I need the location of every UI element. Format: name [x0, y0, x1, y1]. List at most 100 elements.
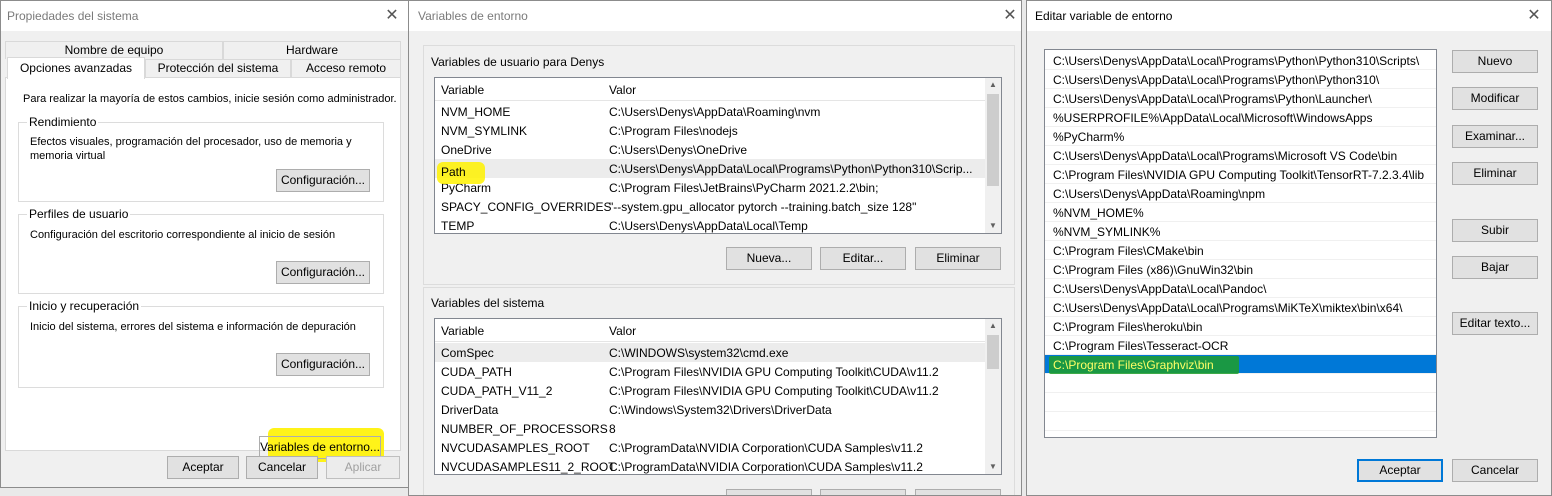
list-item[interactable]	[1045, 393, 1436, 412]
variable-value: C:\Users\Denys\OneDrive	[609, 143, 748, 157]
move-down-button[interactable]: Bajar	[1452, 256, 1538, 279]
scroll-thumb[interactable]	[987, 335, 999, 369]
tab-hardware[interactable]: Hardware	[223, 41, 401, 59]
table-row[interactable]: OneDrive C:\Users\Denys\OneDrive	[435, 140, 985, 159]
list-item[interactable]: %NVM_HOME%	[1045, 203, 1436, 222]
tab-panel: Para realizar la mayoría de estos cambio…	[5, 77, 401, 462]
table-row[interactable]: SPACY_CONFIG_OVERRIDES "--system.gpu_allo…	[435, 197, 985, 216]
list-item[interactable]: C:\Program Files\CMake\bin	[1045, 241, 1436, 260]
list-item[interactable]: C:\Users\Denys\AppData\Local\Programs\Py…	[1045, 51, 1436, 70]
list-item[interactable]: C:\Users\Denys\AppData\Local\Programs\Py…	[1045, 89, 1436, 108]
variable-value: C:\ProgramData\NVIDIA Corporation\CUDA S…	[609, 441, 923, 455]
system-delete-button[interactable]	[915, 489, 1001, 495]
group-title: Rendimiento	[27, 115, 99, 129]
window-title: Variables de entorno	[418, 9, 528, 23]
variable-value: C:\Windows\System32\Drivers\DriverData	[609, 403, 832, 417]
list-item[interactable]: C:\Program Files\NVIDIA GPU Computing To…	[1045, 165, 1436, 184]
list-item[interactable]	[1045, 412, 1436, 431]
table-row[interactable]: DriverData C:\Windows\System32\Drivers\Dr…	[435, 400, 985, 419]
table-row[interactable]: Path C:\Users\Denys\AppData\Local\Program…	[435, 159, 985, 178]
scroll-up-icon[interactable]: ▲	[985, 78, 1001, 92]
close-icon[interactable]: ✕	[1523, 5, 1545, 27]
table-row[interactable]: TEMP C:\Users\Denys\AppData\Local\Temp	[435, 216, 985, 233]
table-row[interactable]: ComSpec C:\WINDOWS\system32\cmd.exe	[435, 343, 985, 362]
list-item[interactable]: C:\Users\Denys\AppData\Roaming\npm	[1045, 184, 1436, 203]
list-item[interactable]: %PyCharm%	[1045, 127, 1436, 146]
table-row[interactable]: NVCUDASAMPLES11_2_ROOT C:\ProgramData\NVI…	[435, 457, 985, 474]
scrollbar[interactable]: ▲ ▼	[985, 78, 1001, 233]
system-new-button[interactable]	[726, 489, 812, 495]
table-row[interactable]: NVCUDASAMPLES_ROOT C:\ProgramData\NVIDIA …	[435, 438, 985, 457]
path-entry-text: C:\Program Files\Tesseract-OCR	[1053, 339, 1229, 353]
system-edit-button[interactable]	[820, 489, 906, 495]
variable-value: "--system.gpu_allocator pytorch --traini…	[609, 200, 917, 214]
table-row[interactable]: NVM_HOME C:\Users\Denys\AppData\Roaming\n…	[435, 102, 985, 121]
window-title: Propiedades del sistema	[7, 9, 139, 23]
system-vars-list[interactable]: Variable Valor ComSpec C:\WINDOWS\system3…	[434, 318, 1002, 475]
move-up-button[interactable]: Subir	[1452, 219, 1538, 242]
path-entry-text: C:\Program Files (x86)\GnuWin32\bin	[1053, 263, 1254, 277]
edit-text-button[interactable]: Editar texto...	[1452, 312, 1538, 335]
path-entry-text: %USERPROFILE%\AppData\Local\Microsoft\Wi…	[1053, 111, 1373, 125]
path-entries-list[interactable]: C:\Users\Denys\AppData\Local\Programs\Py…	[1044, 49, 1437, 438]
modify-path-button[interactable]: Modificar	[1452, 87, 1538, 110]
list-item[interactable]: %USERPROFILE%\AppData\Local\Microsoft\Wi…	[1045, 108, 1436, 127]
cancel-button[interactable]: Cancelar	[246, 456, 318, 479]
group-text: Configuración del escritorio correspondi…	[30, 229, 336, 241]
browse-path-button[interactable]: Examinar...	[1452, 125, 1538, 148]
list-item[interactable]: C:\Program Files\Tesseract-OCR	[1045, 336, 1436, 355]
user-edit-button[interactable]: Editar...	[820, 247, 906, 270]
table-row[interactable]: CUDA_PATH_V11_2 C:\Program Files\NVIDIA G…	[435, 381, 985, 400]
list-item[interactable]: %NVM_SYMLINK%	[1045, 222, 1436, 241]
list-item[interactable]	[1045, 374, 1436, 393]
tab-proteccion-sistema[interactable]: Protección del sistema	[145, 59, 291, 77]
perfiles-config-button[interactable]: Configuración...	[276, 261, 370, 284]
column-header-valor[interactable]: Valor	[609, 324, 636, 338]
list-item[interactable]: C:\Users\Denys\AppData\Local\Programs\Mi…	[1045, 146, 1436, 165]
list-item[interactable]: C:\Users\Denys\AppData\Local\Pandoc\	[1045, 279, 1436, 298]
inicio-config-button[interactable]: Configuración...	[276, 353, 370, 376]
list-header: Variable Valor	[435, 78, 985, 101]
delete-path-button[interactable]: Eliminar	[1452, 162, 1538, 185]
user-vars-list[interactable]: Variable Valor NVM_HOME C:\Users\Denys\Ap…	[434, 77, 1002, 234]
scroll-up-icon[interactable]: ▲	[985, 319, 1001, 333]
list-item[interactable]: C:\Users\Denys\AppData\Local\Programs\Mi…	[1045, 298, 1436, 317]
scrollbar[interactable]: ▲ ▼	[985, 319, 1001, 474]
variable-value: C:\Program Files\nodejs	[609, 124, 738, 138]
variable-name: NVCUDASAMPLES_ROOT	[441, 441, 590, 455]
variable-name: SPACY_CONFIG_OVERRIDES	[441, 200, 612, 214]
variable-value: C:\ProgramData\NVIDIA Corporation\CUDA S…	[609, 460, 923, 474]
scroll-down-icon[interactable]: ▼	[985, 460, 1001, 474]
tab-opciones-avanzadas[interactable]: Opciones avanzadas	[7, 57, 145, 79]
list-item[interactable]: C:\Users\Denys\AppData\Local\Programs\Py…	[1045, 70, 1436, 89]
path-entry-text: C:\Program Files\heroku\bin	[1053, 320, 1203, 334]
ok-button[interactable]: Aceptar	[167, 456, 239, 479]
variable-value: C:\Users\Denys\AppData\Local\Temp	[609, 219, 808, 233]
cancel-button[interactable]: Cancelar	[1452, 459, 1538, 482]
ok-button[interactable]: Aceptar	[1357, 459, 1443, 482]
new-path-button[interactable]: Nuevo	[1452, 50, 1538, 73]
title-bar: Variables de entorno ✕	[409, 1, 1021, 31]
tab-container: Nombre de equipo Hardware Opciones avanz…	[5, 41, 405, 462]
table-row[interactable]: PyCharm C:\Program Files\JetBrains\PyChar…	[435, 178, 985, 197]
tab-acceso-remoto[interactable]: Acceso remoto	[291, 59, 401, 77]
user-new-button[interactable]: Nueva...	[726, 247, 812, 270]
list-item[interactable]: C:\Program Files (x86)\GnuWin32\bin	[1045, 260, 1436, 279]
rendimiento-config-button[interactable]: Configuración...	[276, 169, 370, 192]
scroll-down-icon[interactable]: ▼	[985, 219, 1001, 233]
apply-button[interactable]: Aplicar	[326, 456, 400, 479]
close-icon[interactable]: ✕	[381, 5, 403, 27]
table-row[interactable]: NVM_SYMLINK C:\Program Files\nodejs	[435, 121, 985, 140]
user-delete-button[interactable]: Eliminar	[915, 247, 1001, 270]
variable-name: ComSpec	[441, 346, 494, 360]
column-header-valor[interactable]: Valor	[609, 83, 636, 97]
path-entry-text: C:\Users\Denys\AppData\Local\Programs\Py…	[1053, 73, 1380, 87]
column-header-variable[interactable]: Variable	[441, 324, 484, 338]
table-row[interactable]: NUMBER_OF_PROCESSORS 8	[435, 419, 985, 438]
list-item[interactable]: C:\Program Files\heroku\bin	[1045, 317, 1436, 336]
table-row[interactable]: CUDA_PATH C:\Program Files\NVIDIA GPU Com…	[435, 362, 985, 381]
column-header-variable[interactable]: Variable	[441, 83, 484, 97]
close-icon[interactable]: ✕	[999, 5, 1021, 27]
scroll-thumb[interactable]	[987, 94, 999, 186]
variable-name: CUDA_PATH_V11_2	[441, 384, 553, 398]
